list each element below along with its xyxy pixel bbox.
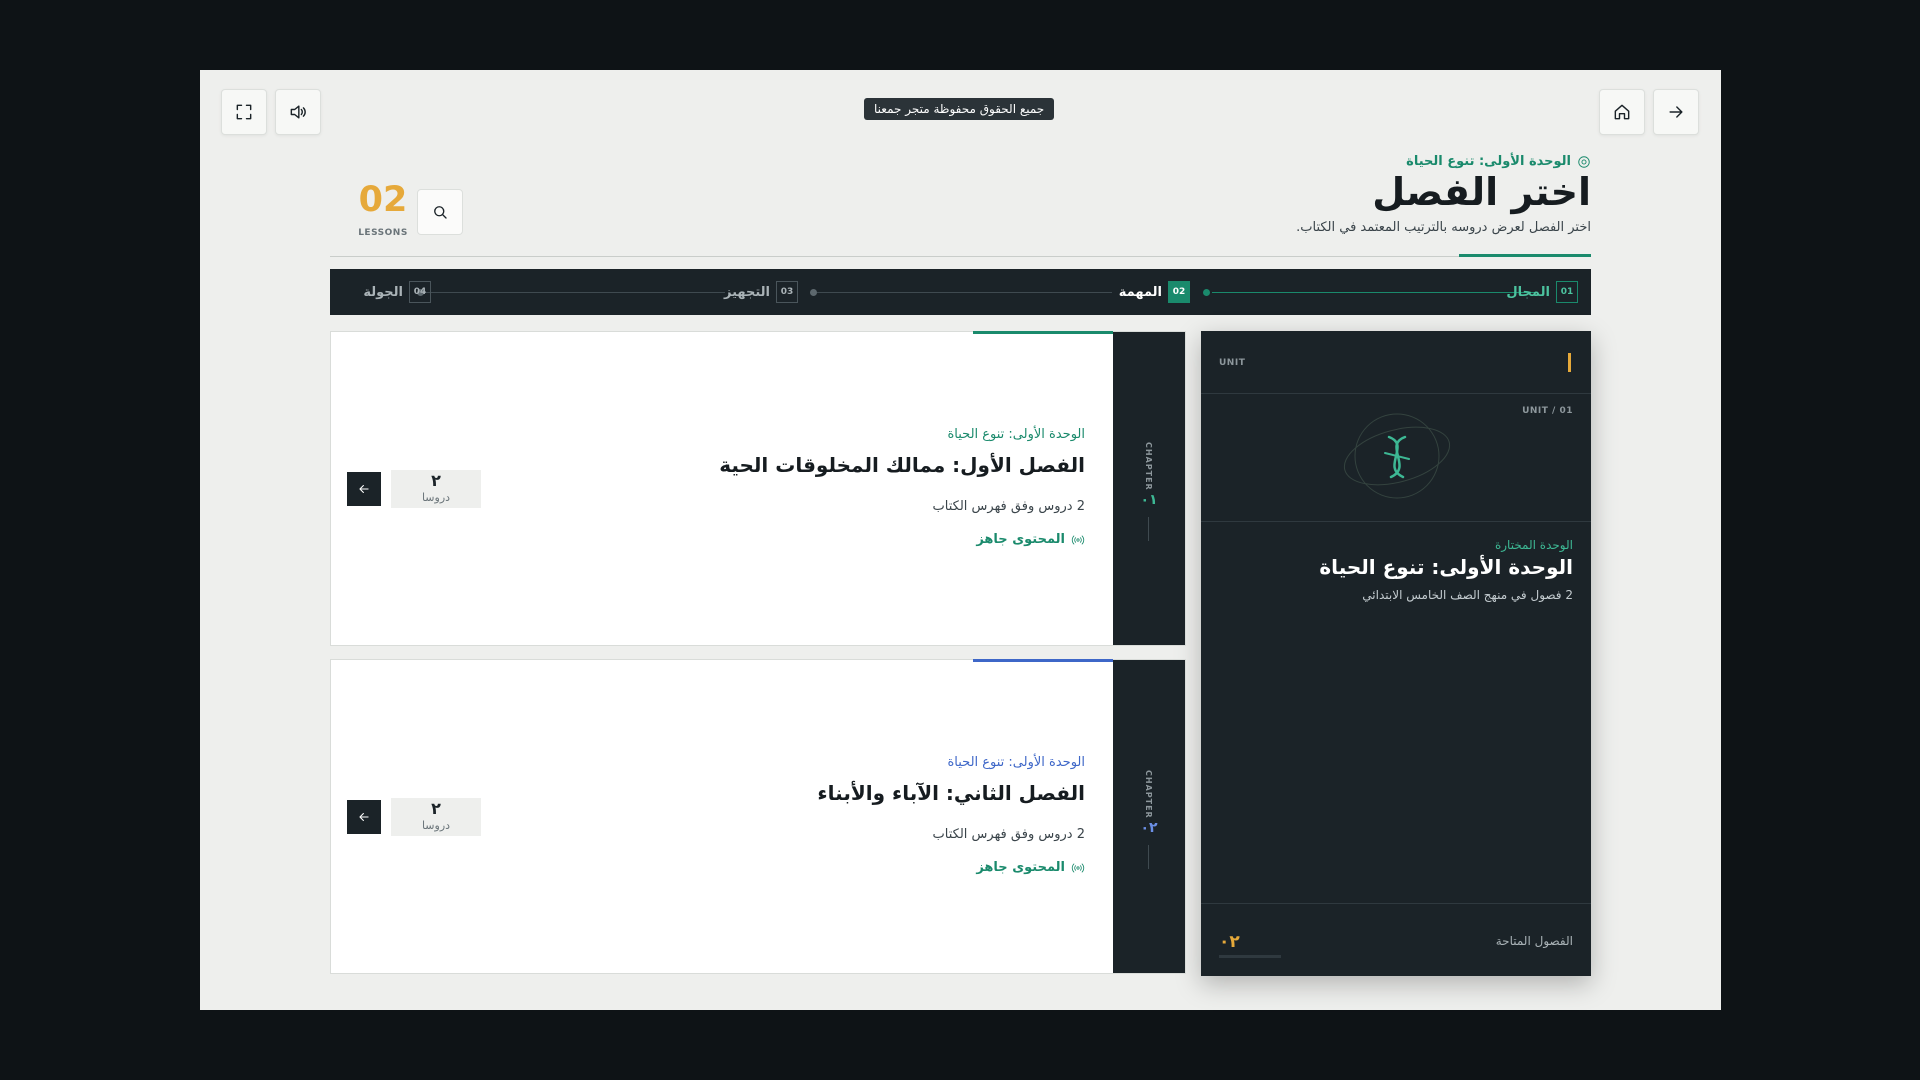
chapter-number: ٠١ [1140,492,1158,508]
chapter-rail-label: CHAPTER [1144,442,1153,491]
lesson-count-box: ٢ دروسا [391,470,481,508]
step-label: المجال [1506,284,1550,300]
home-button[interactable] [1599,89,1645,135]
search-icon [434,206,447,219]
chapter-rail: CHAPTER ٠٢ [1113,660,1185,973]
content-ready-text: المحتوى جاهز [976,860,1065,875]
step-dot [810,289,817,296]
content-ready-status: المحتوى جاهز [976,860,1085,875]
lesson-count: ٢ [431,471,441,490]
unit-accent-bar [1568,353,1571,372]
chapter-unit-label: الوحدة الأولى: تنوع الحياة [947,427,1085,442]
unit-divider [1201,393,1591,394]
chapter-title: الفصل الثاني: الآباء والأبناء [817,781,1085,805]
breadcrumb: الوحدة الأولى: تنوع الحياة [1406,154,1591,169]
dna-emblem-icon [1343,413,1451,499]
forward-button[interactable] [1653,89,1699,135]
step-number: 04 [409,281,431,303]
step-connector [810,292,1112,293]
chapter-rail: CHAPTER ٠١ [1113,332,1185,645]
content-ready-text: المحتوى جاهز [976,532,1065,547]
search-button[interactable] [417,189,463,235]
step-label: التجهيز [724,284,770,300]
step-tour[interactable]: 04 الجولة [363,281,431,303]
page-title: اختر الفصل [1372,170,1591,214]
unit-number: UNIT / 01 [1522,406,1573,416]
chapter-accent-bar [973,659,1113,662]
chapter-number: ٠٢ [1140,820,1158,836]
copyright-notice: جميع الحقوق محفوظة متجر جمعنا [864,98,1055,120]
step-domain[interactable]: 01 المجال [1506,281,1578,303]
target-icon [1578,155,1590,168]
unit-description: 2 فصول في منهج الصف الخامس الابتدائي [1362,588,1573,602]
unit-tag: UNIT [1219,358,1246,368]
chapter-description: 2 دروس وفق فهرس الكتاب [932,499,1085,514]
volume-icon [290,105,306,119]
arrow-left-icon [359,484,369,494]
broadcast-icon [1071,535,1085,544]
title-divider-accent [1459,254,1591,257]
unit-name: الوحدة الأولى: تنوع الحياة [1319,555,1573,579]
app-frame: جميع الحقوق محفوظة متجر جمعنا الوحدة الأ… [200,70,1721,1010]
step-label: الجولة [363,284,403,300]
volume-button[interactable] [275,89,321,135]
lesson-count-label: دروسا [421,491,451,504]
page-subtitle: اختر الفصل لعرض دروسه بالترتيب المعتمد ف… [1296,220,1591,235]
broadcast-icon [1071,863,1085,872]
step-number: 03 [776,281,798,303]
step-task[interactable]: 02 المهمة [1119,281,1190,303]
title-divider [330,256,1591,257]
unit-card: UNIT UNIT / 01 الوحدة المختارة الوحدة ال… [1201,331,1591,976]
available-chapters-label: الفصول المتاحة [1495,934,1573,948]
step-connector [1212,292,1536,293]
chapter-description: 2 دروس وفق فهرس الكتاب [932,827,1085,842]
open-chapter-button[interactable] [347,472,381,506]
chapter-title: الفصل الأول: ممالك المخلوقات الحية [719,453,1085,477]
step-label: المهمة [1118,284,1162,300]
step-dot [1203,289,1210,296]
open-chapter-button[interactable] [347,800,381,834]
fullscreen-icon [236,104,252,120]
fullscreen-button[interactable] [221,89,267,135]
lesson-count: ٢ [431,799,441,818]
home-icon [1614,104,1630,120]
breadcrumb-text: الوحدة الأولى: تنوع الحياة [1406,154,1571,169]
unit-divider [1201,521,1591,522]
count-underline [1219,955,1281,958]
arrow-left-icon [359,812,369,822]
lesson-count-box: ٢ دروسا [391,798,481,836]
chapter-unit-label: الوحدة الأولى: تنوع الحياة [947,755,1085,770]
chapter-accent-bar [973,331,1113,334]
unit-selected-label: الوحدة المختارة [1494,538,1573,552]
chapter-rail-line [1148,517,1149,541]
chapter-card-1[interactable]: CHAPTER ٠١ الوحدة الأولى: تنوع الحياة ال… [330,331,1186,646]
progress-stepper: 01 المجال 02 المهمة 03 التجهيز 04 الجولة [330,269,1591,315]
chapter-rail-label: CHAPTER [1144,770,1153,819]
step-number: 02 [1168,281,1190,303]
step-preparation[interactable]: 03 التجهيز [724,281,798,303]
chapter-card-2[interactable]: CHAPTER ٠٢ الوحدة الأولى: تنوع الحياة ال… [330,659,1186,974]
lesson-count-label: دروسا [421,819,451,832]
chapter-rail-line [1148,845,1149,869]
step-connector [420,292,725,293]
lessons-count: 02 [358,180,408,220]
lessons-label: LESSONS [358,228,408,238]
step-number: 01 [1556,281,1578,303]
available-chapters-count: ٠٢ [1219,932,1240,952]
unit-divider [1201,903,1591,904]
content-ready-status: المحتوى جاهز [976,532,1085,547]
arrow-right-icon [1669,106,1683,118]
